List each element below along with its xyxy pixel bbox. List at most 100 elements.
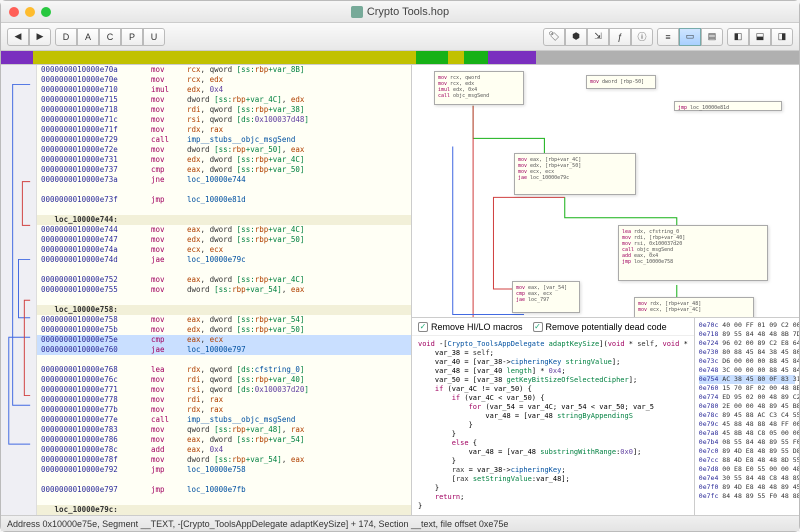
hex-row[interactable]: 0e760 15 70 8F 02 00 48 8B 7D B8 48 8B 3… xyxy=(699,384,795,393)
hex-row[interactable]: 0e7c0 89 4D E8 48 89 55 D8 48 89 4D D0 4… xyxy=(699,447,795,456)
hex-row[interactable]: 0e78c 89 45 88 AC C3 C4 55 0B 02 00 02 8… xyxy=(699,411,795,420)
cfg-node[interactable]: jmp loc_10000e81d xyxy=(674,101,782,111)
hex-row[interactable]: 0e7e4 30 55 84 48 C8 48 89 48 88 48 C8 4… xyxy=(699,474,795,483)
cfg-node[interactable]: mov rcx, qwordmov rcx, edximul edx, 0x4c… xyxy=(434,71,524,105)
asm-instruction[interactable] xyxy=(37,495,411,505)
asm-instruction[interactable]: 0000000010000e758moveax, dword [ss:rbp+v… xyxy=(37,315,411,325)
asm-instruction[interactable]: 0000000010000e755movdword [ss:rbp+var_54… xyxy=(37,285,411,295)
cfg-view-button[interactable]: ▭ xyxy=(679,28,701,46)
nav-back-button[interactable]: ◀ xyxy=(7,28,29,46)
asm-instruction[interactable]: 0000000010000e74amovecx, ecx xyxy=(37,245,411,255)
status-text: Address 0x10000e75e, Segment __TEXT, -[C… xyxy=(7,519,508,529)
mode-data-button[interactable]: D xyxy=(55,28,77,46)
asm-instruction[interactable]: 0000000010000e752moveax, dword [ss:rbp+v… xyxy=(37,275,411,285)
asm-instruction[interactable]: 0000000010000e731movedx, dword [ss:rbp+v… xyxy=(37,155,411,165)
pseudo-icon[interactable]: ƒ xyxy=(609,28,631,46)
asm-instruction[interactable]: 0000000010000e71cmovrsi, qword [ds:0x100… xyxy=(37,115,411,125)
asm-instruction[interactable]: 0000000010000e778movrdi, rax xyxy=(37,395,411,405)
hex-row[interactable]: 0e73c D6 00 00 00 88 45 84 38 45 80 0F 8… xyxy=(699,357,795,366)
mode-undefined-button[interactable]: U xyxy=(143,28,165,46)
hex-row[interactable]: 0e724 96 02 00 89 C2 E8 64 2E 00 00 89 4… xyxy=(699,339,795,348)
remove-dead-code-checkbox[interactable]: ✓Remove potentially dead code xyxy=(533,322,667,332)
asm-instruction[interactable]: 0000000010000e76cmovrdi, qword [ss:rbp+v… xyxy=(37,375,411,385)
asm-instruction[interactable]: 0000000010000e715movdword [ss:rbp+var_4C… xyxy=(37,95,411,105)
asm-view-button[interactable]: ≡ xyxy=(657,28,679,46)
cfg-node[interactable]: lea rdx, cfstring_0mov rdi, [rbp+var_40]… xyxy=(618,225,768,281)
asm-instruction[interactable]: 0000000010000e797jmploc_10000e7fb xyxy=(37,485,411,495)
asm-instruction[interactable]: 0000000010000e77ecallimp__stubs__objc_ms… xyxy=(37,415,411,425)
asm-instruction[interactable]: 0000000010000e760jaeloc_10000e797 xyxy=(37,345,411,355)
mode-ascii-button[interactable]: A xyxy=(77,28,99,46)
hex-row[interactable]: 0e748 3C 00 00 00 88 45 84 89 45 AC 88 4… xyxy=(699,366,795,375)
mode-procedure-button[interactable]: P xyxy=(121,28,143,46)
asm-instruction[interactable]: 0000000010000e747movedx, dword [ss:rbp+v… xyxy=(37,235,411,245)
info-icon[interactable]: ⓘ xyxy=(631,28,653,46)
segment-navigator[interactable] xyxy=(1,51,799,65)
control-flow-graph[interactable]: mov rcx, qwordmov rcx, edximul edx, 0x4c… xyxy=(412,65,799,318)
asm-instruction[interactable]: 0000000010000e768leardx, qword [ds:cfstr… xyxy=(37,365,411,375)
assembly-listing[interactable]: 0000000010000e70amovrcx, qword [ss:rbp+v… xyxy=(37,65,412,515)
asm-instruction[interactable] xyxy=(37,265,411,275)
asm-instruction[interactable]: 0000000010000e70emovrcx, edx xyxy=(37,75,411,85)
hex-row[interactable]: 0e7b4 08 55 84 48 89 55 F0 48 88 4D E0 4… xyxy=(699,438,795,447)
hex-row[interactable]: 0e730 80 88 45 84 38 45 80 0F 84 D7 03 0… xyxy=(699,348,795,357)
remove-hilo-checkbox[interactable]: ✓Remove HI/LO macros xyxy=(418,322,523,332)
asm-instruction[interactable]: 0000000010000e718movrdi, qword [ss:rbp+v… xyxy=(37,105,411,115)
cfg-node[interactable]: mov eax, [var_54]cmp eax, ecxjae loc_797 xyxy=(512,281,580,313)
asm-instruction[interactable]: 0000000010000e75bmovedx, dword [ss:rbp+v… xyxy=(37,325,411,335)
asm-instruction[interactable]: 0000000010000e744moveax, dword [ss:rbp+v… xyxy=(37,225,411,235)
asm-instruction[interactable]: 0000000010000e771movrsi, qword [ds:0x100… xyxy=(37,385,411,395)
asm-instruction[interactable]: 0000000010000e73fjmploc_10000e81d xyxy=(37,195,411,205)
asm-instruction[interactable]: 0000000010000e78caddeax, 0x4 xyxy=(37,445,411,455)
hex-row[interactable]: 0e79c 45 88 48 88 48 FF 00 FF 00 00 48 8… xyxy=(699,420,795,429)
asm-label[interactable]: loc_10000e744: xyxy=(37,215,411,225)
asm-instruction[interactable]: 0000000010000e73ajneloc_10000e744 xyxy=(37,175,411,185)
asm-instruction[interactable]: 0000000010000e71fmovrdx, rax xyxy=(37,125,411,135)
asm-instruction[interactable] xyxy=(37,185,411,195)
asm-label[interactable]: loc_10000e758: xyxy=(37,305,411,315)
cfg-node[interactable]: mov eax, [rbp+var_4C]mov edx, [rbp+var_5… xyxy=(514,153,636,195)
hex-row[interactable]: 0e7a8 45 8B 48 C8 05 00 00 00 00 48 89 4… xyxy=(699,429,795,438)
asm-instruction[interactable]: 0000000010000e72emovdword [ss:rbp+var_50… xyxy=(37,145,411,155)
hex-row[interactable]: 0e7fc 84 48 89 55 F0 48 88 4D E0 48 E0 4… xyxy=(699,492,795,501)
cfg-icon[interactable]: ⇲ xyxy=(587,28,609,46)
hex-icon[interactable]: ⬢ xyxy=(565,28,587,46)
pseudocode-text[interactable]: void -[Crypto_ToolsAppDelegate adaptKeyS… xyxy=(412,336,694,515)
asm-instruction[interactable]: 0000000010000e74djaeloc_10000e79c xyxy=(37,255,411,265)
tag-icon[interactable]: 🏷 xyxy=(543,28,565,46)
cfg-node[interactable]: mov dword [rbp-50] xyxy=(586,75,656,89)
hex-view-button[interactable]: ▤ xyxy=(701,28,723,46)
asm-instruction[interactable] xyxy=(37,295,411,305)
asm-instruction[interactable]: 0000000010000e792jmploc_10000e758 xyxy=(37,465,411,475)
nav-forward-button[interactable]: ▶ xyxy=(29,28,51,46)
asm-instruction[interactable]: 0000000010000e78fmovdword [ss:rbp+var_54… xyxy=(37,455,411,465)
right-panel-toggle[interactable]: ◨ xyxy=(771,28,793,46)
hex-row[interactable]: 0e7cc 88 4D E8 48 48 8D 55 90 48 48 95 0… xyxy=(699,456,795,465)
asm-instruction[interactable] xyxy=(37,205,411,215)
hex-row[interactable]: 0e7f0 89 4D E8 48 48 89 45 88 48 E8 20 5… xyxy=(699,483,795,492)
asm-instruction[interactable] xyxy=(37,355,411,365)
asm-instruction[interactable]: 0000000010000e70amovrcx, qword [ss:rbp+v… xyxy=(37,65,411,75)
hex-row[interactable]: 0e754 AC 38 45 80 0F 83 31 00 00 00 48 8… xyxy=(699,375,795,384)
hex-row[interactable]: 0e774 ED 95 02 00 48 89 C2 48 89 D0 E8 1… xyxy=(699,393,795,402)
mode-code-button[interactable]: C xyxy=(99,28,121,46)
asm-instruction[interactable]: 0000000010000e77bmovrdx, rax xyxy=(37,405,411,415)
view-mode-group: ≡ ▭ ▤ xyxy=(657,28,723,46)
hex-row[interactable]: 0e780 2E 00 00 48 89 45 B8 88 45 AC 83 C… xyxy=(699,402,795,411)
asm-instruction[interactable]: 0000000010000e783movqword [ss:rbp+var_48… xyxy=(37,425,411,435)
asm-label[interactable]: loc_10000e79c: xyxy=(37,505,411,515)
hex-row[interactable]: 0e70c 40 00 FF 01 09 C2 00 69 D2 04 00 0… xyxy=(699,321,795,330)
asm-instruction[interactable] xyxy=(37,475,411,485)
bottom-panel-toggle[interactable]: ⬓ xyxy=(749,28,771,46)
hex-dump-panel[interactable]: 0e70c 40 00 FF 01 09 C2 00 69 D2 04 00 0… xyxy=(695,318,799,515)
cfg-node[interactable]: mov rdx, [rbp+var_48]mov ecx, [rbp+var_4… xyxy=(634,297,754,318)
asm-instruction[interactable]: 0000000010000e710imuledx, 0x4 xyxy=(37,85,411,95)
hex-row[interactable]: 0e7d8 00 E8 E0 55 00 00 48 89 45 88 48 8… xyxy=(699,465,795,474)
asm-instruction[interactable]: 0000000010000e75ecmpeax, ecx xyxy=(37,335,411,345)
left-panel-toggle[interactable]: ◧ xyxy=(727,28,749,46)
nav-group: ◀ ▶ xyxy=(7,28,51,46)
asm-instruction[interactable]: 0000000010000e729callimp__stubs__objc_ms… xyxy=(37,135,411,145)
asm-instruction[interactable]: 0000000010000e737cmpeax, dword [ss:rbp+v… xyxy=(37,165,411,175)
asm-instruction[interactable]: 0000000010000e786moveax, dword [ss:rbp+v… xyxy=(37,435,411,445)
hex-row[interactable]: 0e718 89 55 84 48 48 8B 7D C8 48 8B 35 2… xyxy=(699,330,795,339)
